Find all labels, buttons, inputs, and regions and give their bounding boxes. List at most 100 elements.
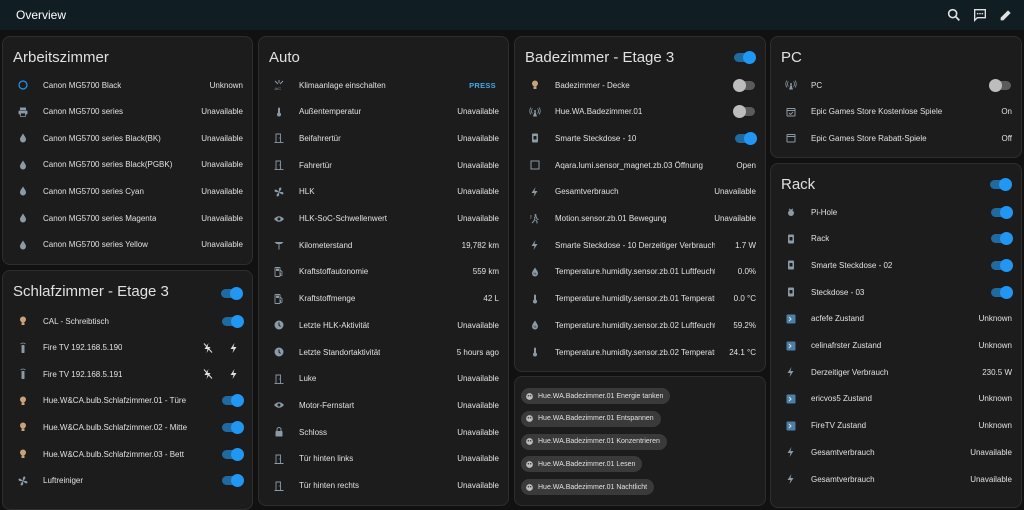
- entity-state: Unknown: [978, 341, 1012, 350]
- entity-row[interactable]: Schloss Unavailable: [259, 419, 508, 445]
- entity-row[interactable]: % Temperature.humidity.sensor.zb.01 Luftf…: [515, 259, 765, 285]
- entity-row[interactable]: Fahrertür Unavailable: [259, 152, 508, 178]
- entity-toggle[interactable]: [733, 105, 755, 119]
- fuel-icon: [273, 266, 285, 278]
- flash-off-button[interactable]: [202, 368, 214, 380]
- entity-row[interactable]: Hue.WA.Badezimmer.01: [515, 99, 765, 125]
- entity-name: Gesamtverbrauch: [555, 187, 619, 197]
- entity-row[interactable]: Hue.W&CA.bulb.Schlafzimmer.03 - Bett: [3, 441, 252, 467]
- entity-row[interactable]: acfefe Zustand Unknown: [771, 306, 1021, 332]
- entity-toggle[interactable]: [735, 131, 757, 145]
- entity-toggle[interactable]: [222, 394, 244, 408]
- entity-toggle[interactable]: [222, 420, 244, 434]
- entity-row[interactable]: A/C Klimaanlage einschalten PRESS: [259, 72, 508, 98]
- entity-row[interactable]: Pi-Hole: [771, 199, 1021, 225]
- entity-state: Unknown: [978, 314, 1012, 324]
- console-icon: [785, 393, 797, 405]
- scene-chip[interactable]: Hue.WA.Badezimmer.01 Energie tanken: [521, 388, 671, 404]
- entity-row[interactable]: Epic Games Store Rabatt-Spiele Off: [771, 125, 1021, 151]
- entity-row[interactable]: Hue.W&CA.bulb.Schlafzimmer.01 - Türe: [3, 388, 252, 414]
- entity-row[interactable]: Außentemperatur Unavailable: [259, 99, 508, 125]
- entity-row[interactable]: Luke Unavailable: [259, 366, 508, 392]
- entity-row[interactable]: PC: [771, 72, 1021, 98]
- entity-toggle[interactable]: [222, 474, 244, 488]
- entity-row[interactable]: Gesamtverbrauch Unavailable: [515, 179, 765, 205]
- scene-chip[interactable]: Hue.WA.Badezimmer.01 Nachtlicht: [521, 479, 655, 496]
- entity-state: 59.2%: [733, 320, 756, 330]
- entity-row[interactable]: Canon MG5700 series Black(BK) Unavailable: [3, 125, 252, 151]
- entity-row[interactable]: Tür hinten rechts Unavailable: [259, 473, 508, 499]
- entity-row[interactable]: Canon MG5700 series Unavailable: [3, 99, 252, 125]
- entity-row[interactable]: Canon MG5700 Black Unknown: [3, 72, 252, 98]
- entity-name: Canon MG5700 series Yellow: [43, 240, 148, 250]
- entity-row[interactable]: Motor-Fernstart Unavailable: [259, 392, 508, 418]
- flash-off-button[interactable]: [202, 342, 214, 354]
- entity-row[interactable]: Beifahrertür Unavailable: [259, 125, 508, 151]
- entity-row[interactable]: Epic Games Store Kostenlose Spiele On: [771, 99, 1021, 125]
- entity-row[interactable]: Letzte HLK-Aktivität Unavailable: [259, 312, 508, 338]
- flash-button[interactable]: [228, 368, 240, 380]
- entity-row[interactable]: Motion.sensor.zb.01 Bewegung Unavailable: [515, 206, 765, 232]
- thermometer-icon: [273, 106, 285, 118]
- press-button[interactable]: PRESS: [469, 81, 496, 90]
- entity-row[interactable]: Kilometerstand 19,782 km: [259, 232, 508, 258]
- pencil-icon[interactable]: [998, 7, 1014, 23]
- entity-row[interactable]: Canon MG5700 series Cyan Unavailable: [3, 178, 252, 204]
- entity-toggle[interactable]: [991, 205, 1013, 219]
- entity-name: Temperature.humidity.sensor.zb.02 Luftfe…: [555, 320, 715, 330]
- card-header-toggle[interactable]: [221, 287, 243, 300]
- chat-icon[interactable]: [972, 7, 988, 23]
- entity-row[interactable]: Smarte Steckdose - 02: [771, 252, 1021, 278]
- entity-row[interactable]: Aqara.lumi.sensor_magnet.zb.03 Öffnung Op…: [515, 152, 765, 178]
- entity-row[interactable]: Fire TV 192.168.5.190: [3, 335, 252, 361]
- entity-row[interactable]: Gesamtverbrauch Unavailable: [771, 466, 1021, 492]
- scene-chip[interactable]: Hue.WA.Badezimmer.01 Entspannen: [521, 410, 661, 427]
- entity-row[interactable]: Canon MG5700 series Magenta Unavailable: [3, 205, 252, 231]
- entity-row[interactable]: Smarte Steckdose - 10: [515, 125, 765, 151]
- entity-row[interactable]: Fire TV 192.168.5.191: [3, 361, 252, 387]
- entity-toggle[interactable]: [991, 232, 1013, 246]
- entity-row[interactable]: HLK-SoC-Schwellenwert Unavailable: [259, 206, 508, 232]
- entity-row[interactable]: Tür hinten links Unavailable: [259, 446, 508, 472]
- card-title: Auto: [269, 49, 300, 66]
- entity-row[interactable]: Kraftstoffmenge 42 L: [259, 286, 508, 312]
- entity-row[interactable]: celinafrster Zustand Unknown: [771, 333, 1021, 359]
- card-header-toggle[interactable]: [734, 51, 756, 64]
- flash-button[interactable]: [228, 342, 240, 354]
- entity-toggle[interactable]: [222, 447, 244, 461]
- entity-toggle[interactable]: [733, 78, 755, 92]
- entity-state: Unknown: [209, 80, 243, 90]
- entity-row[interactable]: Smarte Steckdose - 10 Derzeitiger Verbra…: [515, 232, 765, 258]
- entity-state: Unavailable: [970, 474, 1012, 484]
- scene-chip[interactable]: Hue.WA.Badezimmer.01 Konzentrieren: [521, 433, 667, 450]
- entity-row[interactable]: Derzeitiger Verbrauch 230.5 W: [771, 359, 1021, 385]
- console-icon: [785, 420, 797, 432]
- entity-row[interactable]: Steckdose - 03: [771, 279, 1021, 305]
- entity-row[interactable]: ericvos5 Zustand Unknown: [771, 386, 1021, 412]
- scene-chip[interactable]: Hue.WA.Badezimmer.01 Lesen: [521, 456, 643, 473]
- entity-row[interactable]: Hue.W&CA.bulb.Schlafzimmer.02 - Mitte: [3, 414, 252, 440]
- entity-row[interactable]: Rack: [771, 226, 1021, 252]
- entity-toggle[interactable]: [991, 258, 1013, 272]
- card-header-toggle[interactable]: [990, 178, 1012, 191]
- entity-state: Unavailable: [201, 107, 243, 117]
- entity-row[interactable]: Temperature.humidity.sensor.zb.02 Temper…: [515, 339, 765, 365]
- entity-row[interactable]: % Temperature.humidity.sensor.zb.02 Luftf…: [515, 312, 765, 338]
- motion-icon: [529, 213, 541, 225]
- entity-row[interactable]: HLK Unavailable: [259, 179, 508, 205]
- entity-toggle[interactable]: [989, 78, 1011, 92]
- entity-row[interactable]: CAL - Schreibtisch: [3, 308, 252, 334]
- entity-row[interactable]: Badezimmer - Decke: [515, 72, 765, 98]
- entity-row[interactable]: Kraftstoffautonomie 559 km: [259, 259, 508, 285]
- entity-row[interactable]: Gesamtverbrauch Unavailable: [771, 439, 1021, 465]
- entity-toggle[interactable]: [991, 285, 1013, 299]
- entity-row[interactable]: Temperature.humidity.sensor.zb.01 Temper…: [515, 286, 765, 312]
- entity-row[interactable]: Canon MG5700 series Black(PGBK) Unavailab…: [3, 152, 252, 178]
- entity-row[interactable]: Luftreiniger: [3, 468, 252, 494]
- entity-row[interactable]: Canon MG5700 series Yellow Unavailable: [3, 232, 252, 258]
- entity-row[interactable]: Letzte Standortaktivität 5 hours ago: [259, 339, 508, 365]
- scene-chip-label: Hue.WA.Badezimmer.01 Konzentrieren: [538, 438, 660, 446]
- entity-row[interactable]: FireTV Zustand Unknown: [771, 413, 1021, 439]
- entity-toggle[interactable]: [222, 314, 244, 328]
- search-icon[interactable]: [946, 7, 962, 23]
